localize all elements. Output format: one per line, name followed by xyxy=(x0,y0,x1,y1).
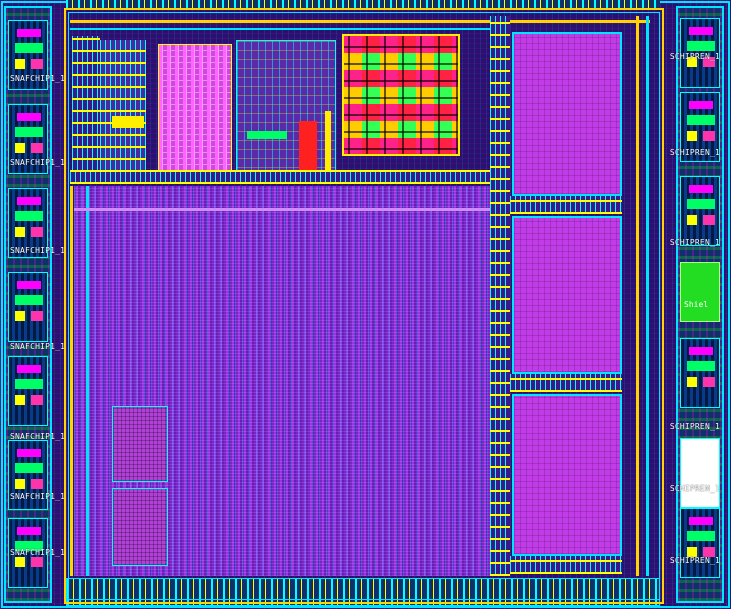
left-pad xyxy=(8,272,48,342)
sram-macro-3 xyxy=(512,394,622,556)
right-pad xyxy=(680,338,720,408)
io-yellow-bar xyxy=(112,116,144,128)
right-core-rail xyxy=(636,16,639,576)
small-memory-bottom xyxy=(112,488,168,566)
top-rail-cyan xyxy=(70,28,490,30)
right-pad-label: SCHIPREN_1 xyxy=(669,422,720,431)
small-memory-top xyxy=(112,406,168,482)
left-pad xyxy=(8,356,48,426)
sram-macro-1 xyxy=(512,32,622,196)
memory-cell-grid xyxy=(342,34,460,156)
left-pad-label: SNAFCHIP1_1 xyxy=(10,548,66,557)
right-pad-label: SCHIPREN_1 xyxy=(669,556,720,565)
right-pad-label: SCHIPREN_1 xyxy=(669,484,720,493)
right-pad-label: SCHIPREN_1 xyxy=(669,148,720,157)
shield-pad-label: Shiel xyxy=(684,300,709,309)
right-pad xyxy=(680,176,720,246)
left-pad-label: SNAFCHIP1_1 xyxy=(10,432,66,441)
right-pad-label: SCHIPREN_1 xyxy=(669,52,720,61)
right-pad xyxy=(680,508,720,578)
left-pad-label: SNAFCHIP1_1 xyxy=(10,74,66,83)
sram-decoder-1 xyxy=(510,196,622,214)
sram-macro-2 xyxy=(512,216,622,374)
left-io-stack xyxy=(72,36,100,184)
left-pad-label: SNAFCHIP1_1 xyxy=(10,158,66,167)
left-pad-column: SNAFCHIP1_1 SNAFCHIP1_1 SNAFCHIP1_1 SNAF… xyxy=(4,6,65,603)
left-pad-label: SNAFCHIP1_1 xyxy=(10,246,66,255)
sram-decoder-2 xyxy=(510,374,622,392)
left-core-rail-cyan xyxy=(86,186,89,576)
io-stack-2 xyxy=(100,40,146,184)
right-pad xyxy=(680,438,720,508)
analog-block xyxy=(236,40,336,178)
top-routing-channel xyxy=(70,170,490,184)
logic-top-rail xyxy=(74,208,508,211)
shield-pad xyxy=(680,262,720,322)
right-core-rail-cyan xyxy=(646,16,649,576)
left-core-rail xyxy=(70,186,73,576)
capacitor-array xyxy=(158,44,232,172)
left-pad-label: SNAFCHIP1_1 xyxy=(10,342,66,351)
sram-periphery xyxy=(490,16,510,576)
sram-decoder-3 xyxy=(510,556,622,574)
chip-layout: SNAFCHIP1_1 SNAFCHIP1_1 SNAFCHIP1_1 SNAF… xyxy=(0,0,731,609)
left-pad-label: SNAFCHIP1_1 xyxy=(10,492,66,501)
top-power-rail xyxy=(70,20,650,23)
right-pad-label: SCHIPREN_1 xyxy=(669,238,720,247)
